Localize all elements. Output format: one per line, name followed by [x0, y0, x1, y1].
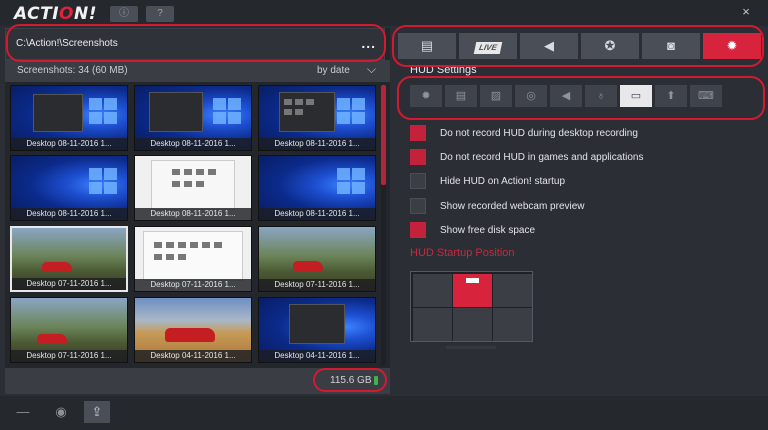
- thumbnail-scrollbar[interactable]: [381, 85, 386, 365]
- action-app-window: ACTION! ⓘ ? × C:\Action!\Screenshots ...…: [0, 0, 768, 430]
- hud-marker: [466, 278, 479, 283]
- thumbnail[interactable]: Desktop 08-11-2016 1...: [258, 85, 376, 151]
- position-bottom-center[interactable]: [453, 308, 492, 341]
- windows-logo-icon: [89, 168, 119, 196]
- option-free-disk-space[interactable]: Show free disk space: [410, 222, 710, 240]
- option-no-hud-desktop[interactable]: Do not record HUD during desktop recordi…: [410, 125, 710, 143]
- thumb-app-window: [149, 92, 203, 132]
- race-car: [37, 334, 67, 344]
- annotation-ring-disk: [313, 368, 387, 392]
- screenshot-count: Screenshots: 34 (60 MB): [17, 65, 128, 76]
- option-hide-hud-startup[interactable]: Hide HUD on Action! startup: [410, 173, 710, 191]
- chevron-down-icon[interactable]: ⌵: [367, 62, 376, 77]
- monitor-stand: [446, 346, 496, 349]
- preview-button[interactable]: ◉: [48, 401, 74, 423]
- race-car: [293, 261, 323, 271]
- info-button[interactable]: ⓘ: [110, 6, 138, 22]
- thumb-app-window: [143, 231, 243, 281]
- thumbnail-caption: Desktop 08-11-2016 1...: [259, 138, 375, 150]
- race-car: [42, 262, 72, 272]
- bottom-toolbar: — ◉ ⇪: [0, 396, 768, 430]
- thumbnail-caption: Desktop 07-11-2016 1...: [259, 279, 375, 291]
- thumbnail[interactable]: Desktop 08-11-2016 1...: [258, 155, 376, 221]
- thumb-app-window: [33, 94, 83, 132]
- app-logo: ACTION!: [14, 4, 97, 24]
- thumbnail[interactable]: Desktop 08-11-2016 1...: [134, 85, 252, 151]
- option-webcam-preview[interactable]: Show recorded webcam preview: [410, 198, 710, 216]
- position-bottom-left[interactable]: [413, 308, 452, 341]
- thumbnail[interactable]: Desktop 07-11-2016 1...: [10, 297, 128, 363]
- screenshot-list-header: Screenshots: 34 (60 MB) by date ⌵: [5, 60, 390, 82]
- title-bar: ACTION! ⓘ ? ×: [0, 0, 768, 26]
- thumbnail[interactable]: Desktop 08-11-2016 1...: [134, 155, 252, 221]
- checkbox[interactable]: [410, 149, 426, 165]
- thumbnail-caption: Desktop 08-11-2016 1...: [259, 208, 375, 220]
- logo-text-left: ACTI: [14, 4, 60, 24]
- thumbnail-caption: Desktop 07-11-2016 1...: [11, 350, 127, 362]
- thumbnail-grid: Desktop 08-11-2016 1... Desktop 08-11-20…: [10, 85, 376, 365]
- sort-dropdown[interactable]: by date: [317, 65, 350, 76]
- thumbnail-caption: Desktop 08-11-2016 1...: [11, 138, 127, 150]
- info-icon: ⓘ: [119, 8, 129, 19]
- race-car: [165, 328, 215, 342]
- help-button[interactable]: ?: [146, 6, 174, 22]
- checkbox[interactable]: [410, 173, 426, 189]
- position-top-center[interactable]: [453, 274, 492, 307]
- thumb-app-window: [151, 160, 235, 210]
- thumbnail[interactable]: Desktop 08-11-2016 1...: [10, 155, 128, 221]
- thumbnail[interactable]: Desktop 07-11-2016 1...: [258, 226, 376, 292]
- upload-icon: ⇪: [91, 404, 103, 419]
- thumbnail-caption: Desktop 07-11-2016 1...: [135, 279, 251, 291]
- thumbnail-caption: Desktop 08-11-2016 1...: [11, 208, 127, 220]
- position-top-right[interactable]: [493, 274, 532, 307]
- thumbnail[interactable]: Desktop 07-11-2016 1...: [10, 226, 128, 292]
- thumbnail-caption: Desktop 07-11-2016 1...: [12, 278, 126, 290]
- scrollbar-thumb[interactable]: [381, 85, 386, 185]
- thumb-app-window: [289, 304, 345, 344]
- windows-logo-icon: [89, 98, 119, 126]
- close-button[interactable]: ×: [734, 2, 758, 22]
- annotation-ring-tabs: [392, 25, 764, 67]
- annotation-ring-hud-tabs: [397, 76, 765, 120]
- position-bottom-right[interactable]: [493, 308, 532, 341]
- annotation-ring-path: [6, 24, 386, 62]
- option-label: Do not record HUD during desktop recordi…: [440, 128, 638, 139]
- position-top-left[interactable]: [413, 274, 452, 307]
- thumbnail[interactable]: Desktop 07-11-2016 1...: [134, 226, 252, 292]
- option-label: Hide HUD on Action! startup: [440, 176, 566, 187]
- hud-position-label: HUD Startup Position: [410, 247, 515, 259]
- upload-button[interactable]: ⇪: [84, 401, 110, 423]
- thumbnail-caption: Desktop 08-11-2016 1...: [135, 208, 251, 220]
- windows-logo-icon: [213, 98, 243, 126]
- help-icon: ?: [157, 8, 163, 19]
- windows-logo-icon: [337, 168, 367, 196]
- windows-logo-icon: [337, 98, 367, 126]
- option-no-hud-games[interactable]: Do not record HUD in games and applicati…: [410, 149, 710, 167]
- thumbnail-caption: Desktop 04-11-2016 1...: [135, 350, 251, 362]
- thumbnail-caption: Desktop 08-11-2016 1...: [135, 138, 251, 150]
- eye-icon: ◉: [55, 404, 67, 419]
- thumbnail[interactable]: Desktop 04-11-2016 1...: [258, 297, 376, 363]
- option-label: Show recorded webcam preview: [440, 201, 585, 212]
- thumb-app-window: [279, 92, 335, 132]
- checkbox[interactable]: [410, 222, 426, 238]
- thumbnail[interactable]: Desktop 08-11-2016 1...: [10, 85, 128, 151]
- minus-icon: —: [16, 404, 30, 419]
- thumbnail-caption: Desktop 04-11-2016 1...: [259, 350, 375, 362]
- option-label: Show free disk space: [440, 225, 536, 236]
- delete-button[interactable]: —: [10, 401, 36, 423]
- checkbox[interactable]: [410, 125, 426, 141]
- checkbox[interactable]: [410, 198, 426, 214]
- thumbnail[interactable]: Desktop 04-11-2016 1...: [134, 297, 252, 363]
- hud-position-grid: [410, 271, 533, 342]
- logo-text-right: N!: [73, 4, 97, 24]
- close-icon: ×: [742, 4, 750, 19]
- option-label: Do not record HUD in games and applicati…: [440, 152, 644, 163]
- logo-text-o: O: [59, 4, 74, 24]
